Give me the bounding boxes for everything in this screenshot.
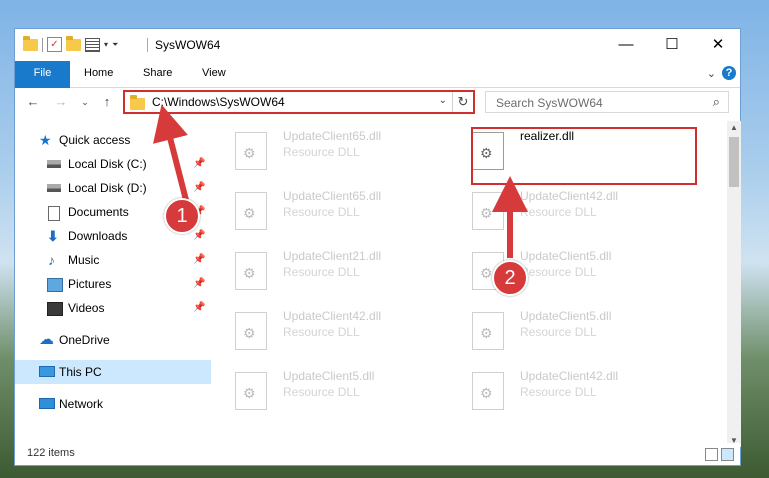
network-icon [39, 398, 55, 409]
sidebar-item-local-disk-d[interactable]: Local Disk (D:) 📌 [15, 176, 211, 200]
sidebar-item-network[interactable]: Network [15, 392, 211, 416]
navigation-bar: ← → ⌄ ↑ C:\Windows\SysWOW64 ⌄ ↻ Search S… [15, 88, 740, 118]
pin-icon: 📌 [193, 158, 206, 169]
disk-icon [47, 160, 61, 168]
folder-icon [130, 95, 145, 110]
file-item[interactable]: UpdateClient65.dll Resource DLL [215, 124, 445, 174]
sidebar-item-music[interactable]: ♪ Music 📌 [15, 248, 211, 272]
dll-file-icon [235, 192, 267, 230]
up-button[interactable]: ↑ [97, 92, 117, 112]
sidebar-item-quick-access[interactable]: ★ Quick access [15, 128, 211, 152]
recent-locations-button[interactable]: ⌄ [75, 92, 95, 112]
search-placeholder: Search SysWOW64 [496, 96, 603, 110]
pin-icon: 📌 [193, 182, 206, 193]
expand-ribbon-icon[interactable]: ⌄ [707, 67, 716, 80]
dll-file-icon [472, 312, 504, 350]
scrollbar-thumb[interactable] [729, 137, 739, 187]
pictures-icon [47, 278, 63, 292]
documents-icon [48, 206, 60, 221]
downloads-icon: ⬇ [47, 228, 59, 244]
file-item[interactable]: UpdateClient42.dll Resource DLL [452, 184, 682, 234]
details-view-icon[interactable] [705, 448, 718, 461]
dll-file-icon [472, 372, 504, 410]
tab-view[interactable]: View [202, 61, 226, 86]
dll-file-icon [472, 192, 504, 230]
file-item[interactable]: UpdateClient42.dll Resource DLL [215, 304, 445, 354]
forward-button[interactable]: → [51, 92, 71, 112]
customize-icon[interactable] [85, 37, 100, 52]
explorer-window: ✓ ▾ ⏷ SysWOW64 — ☐ ✕ File Home Share Vie… [14, 28, 741, 466]
star-icon: ★ [39, 132, 52, 148]
minimize-button[interactable]: — [603, 29, 649, 61]
dll-file-icon [235, 132, 267, 170]
step-2-badge: 2 [492, 260, 528, 296]
pc-icon [39, 366, 55, 377]
cloud-icon: ☁ [39, 331, 54, 348]
help-icon[interactable]: ? [722, 66, 736, 80]
sidebar-item-onedrive[interactable]: ☁ OneDrive [15, 328, 211, 352]
maximize-button[interactable]: ☐ [649, 29, 695, 61]
dll-file-icon [235, 372, 267, 410]
tab-home[interactable]: Home [84, 61, 113, 86]
ribbon-tabs: File Home Share View ⌄ ? [15, 61, 740, 111]
music-icon: ♪ [48, 252, 55, 268]
quick-access-toolbar: ✓ ▾ ⏷ [23, 35, 118, 52]
file-item[interactable]: UpdateClient5.dll Resource DLL [452, 244, 682, 294]
title-bar: ✓ ▾ ⏷ SysWOW64 — ☐ ✕ [15, 29, 740, 61]
item-count: 122 items [27, 447, 75, 459]
customize-toolbar-icon[interactable]: ⏷ [112, 40, 118, 50]
file-item[interactable]: UpdateClient5.dll Resource DLL [452, 304, 682, 354]
chevron-down-icon[interactable]: ▾ [104, 40, 108, 49]
videos-icon [47, 302, 63, 316]
sidebar-item-videos[interactable]: Videos 📌 [15, 296, 211, 320]
properties-check-icon[interactable]: ✓ [47, 37, 62, 52]
address-path[interactable]: C:\Windows\SysWOW64 [152, 95, 285, 109]
back-button[interactable]: ← [23, 92, 43, 112]
file-highlight-box [471, 127, 697, 185]
sidebar-item-this-pc[interactable]: This PC [15, 360, 211, 384]
sidebar-item-local-disk-c[interactable]: Local Disk (C:) 📌 [15, 152, 211, 176]
large-icons-view-icon[interactable] [721, 448, 734, 461]
search-input[interactable]: Search SysWOW64 ⌕ [485, 91, 729, 113]
refresh-button[interactable]: ↻ [452, 92, 473, 112]
vertical-scrollbar[interactable]: ▲ ▼ [727, 121, 741, 447]
tab-share[interactable]: Share [143, 61, 172, 86]
dll-file-icon [235, 312, 267, 350]
file-item[interactable]: UpdateClient5.dll Resource DLL [215, 364, 445, 414]
dll-file-icon [235, 252, 267, 290]
divider [42, 37, 43, 52]
navigation-pane: ★ Quick access Local Disk (C:) 📌 Local D… [15, 124, 211, 444]
divider [147, 38, 148, 52]
disk-icon [47, 184, 61, 192]
step-1-badge: 1 [164, 198, 200, 234]
pin-icon: 📌 [193, 254, 206, 265]
file-item[interactable]: UpdateClient65.dll Resource DLL [215, 184, 445, 234]
close-button[interactable]: ✕ [695, 29, 741, 61]
chevron-down-icon[interactable]: ⌄ [439, 95, 447, 106]
search-icon[interactable]: ⌕ [713, 94, 720, 110]
file-item[interactable]: UpdateClient42.dll Resource DLL [452, 364, 682, 414]
window-title: SysWOW64 [155, 38, 221, 52]
sidebar-item-pictures[interactable]: Pictures 📌 [15, 272, 211, 296]
status-bar: 122 items [15, 443, 740, 465]
new-folder-icon[interactable] [66, 35, 81, 51]
pin-icon: 📌 [193, 278, 206, 289]
address-bar[interactable]: C:\Windows\SysWOW64 ⌄ ↻ [123, 90, 475, 114]
folder-icon [23, 35, 38, 51]
scroll-up-icon[interactable]: ▲ [727, 123, 741, 132]
pin-icon: 📌 [193, 302, 206, 313]
file-item[interactable]: UpdateClient21.dll Resource DLL [215, 244, 445, 294]
